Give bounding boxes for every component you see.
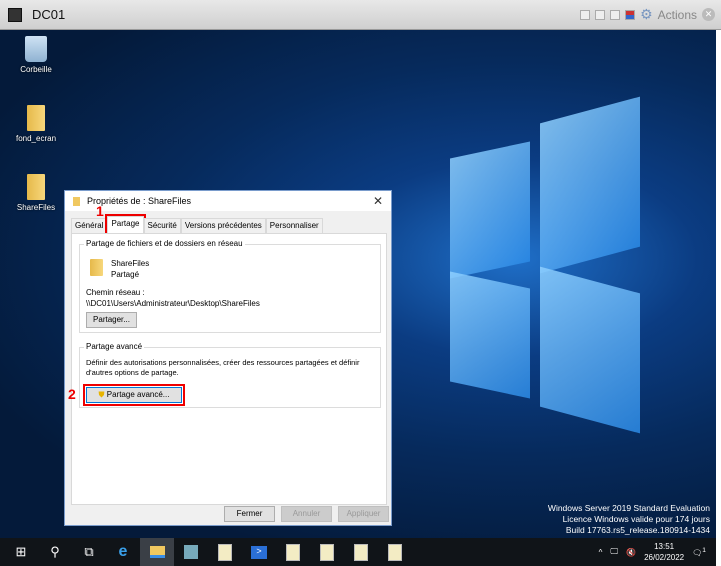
windows-watermark: Windows Server 2019 Standard Evaluation … [548, 503, 710, 536]
desktop-icon-sharefiles[interactable]: ShareFiles [6, 174, 66, 212]
volume-muted-icon[interactable]: 🔇 [626, 548, 636, 557]
tab-personnaliser[interactable]: Personnaliser [265, 218, 323, 233]
description: Définir des autorisations personnalisées… [86, 358, 360, 367]
recycle-bin-icon [25, 36, 47, 62]
windows-logo-pane [450, 271, 530, 399]
watermark-line: Windows Server 2019 Standard Evaluation [547, 503, 710, 513]
folder-icon [73, 196, 80, 206]
description: d'autres options de partage. [86, 368, 179, 377]
minimize-icon[interactable] [595, 9, 606, 20]
vm-title-bar: DC01 ⚙ Actions ✕ [0, 0, 721, 30]
button-label: Partage avancé... [106, 390, 170, 399]
windows-logo-pane [540, 96, 640, 274]
search-icon[interactable]: ⚲ [38, 538, 72, 566]
taskbar: ⊞ ⚲ ⧉ e > ^ 🖵 🔇 13:51 26/02/2022 🗨1 [0, 538, 716, 566]
annotation-2: 2 [68, 386, 76, 402]
share-status: Partagé [111, 270, 140, 279]
network-path: \\DC01\Users\Administrateur\Desktop\Shar… [86, 299, 260, 308]
windows-logo-pane [540, 266, 640, 434]
watermark-line: Licence Windows valide pour 174 jours [562, 514, 710, 524]
network-icon[interactable]: 🖵 [610, 547, 618, 557]
vm-title: DC01 [32, 7, 66, 22]
network-sharing-group: Partage de fichiers et de dossiers en ré… [79, 239, 381, 333]
close-button[interactable]: Fermer [224, 506, 275, 522]
annotation-1: 1 [96, 203, 104, 219]
share-button[interactable]: Partager... [86, 312, 137, 328]
clock[interactable]: 13:51 26/02/2022 [644, 541, 684, 563]
chevron-up-icon[interactable]: ^ [599, 548, 603, 557]
task-view-icon[interactable]: ⧉ [72, 538, 106, 566]
time: 13:51 [654, 542, 675, 551]
group-legend: Partage de fichiers et de dossiers en ré… [84, 239, 245, 248]
folder-icon [90, 259, 103, 276]
desktop-icon-recycle-bin[interactable]: Corbeille [6, 36, 66, 74]
powershell-icon[interactable]: > [242, 538, 276, 566]
advanced-sharing-button[interactable]: ⛊ Partage avancé... [83, 384, 185, 406]
close-icon[interactable]: ✕ [373, 194, 383, 208]
windows-logo [450, 141, 530, 279]
tab-panel: Partage de fichiers et de dossiers en ré… [68, 233, 387, 505]
flag-icon[interactable] [625, 9, 636, 20]
server-manager-icon[interactable] [174, 538, 208, 566]
maximize-icon[interactable] [610, 9, 621, 20]
gear-icon[interactable]: ⚙ [640, 6, 653, 23]
close-icon[interactable]: ✕ [702, 8, 715, 21]
actions-menu[interactable]: Actions [658, 8, 697, 22]
properties-dialog: Propriétés de : ShareFiles ✕ 1 Général P… [64, 190, 392, 526]
console-icon [8, 7, 22, 22]
cancel-button[interactable]: Annuler [281, 506, 332, 522]
restore-icon[interactable] [580, 9, 591, 20]
icon-label: fond_ecran [15, 134, 57, 143]
icon-label: ShareFiles [16, 203, 56, 212]
path-label: Chemin réseau : [86, 288, 145, 297]
icon-label: Corbeille [20, 65, 52, 74]
watermark-line: Build 17763.rs5_release.180914-1434 [565, 525, 710, 535]
start-icon[interactable]: ⊞ [4, 538, 38, 566]
dialog-title-bar: Propriétés de : ShareFiles ✕ [65, 191, 391, 211]
tab-partage[interactable]: Partage [105, 214, 146, 235]
folder-icon [27, 174, 45, 200]
notification-count: 1 [702, 546, 706, 554]
tab-versions[interactable]: Versions précédentes [180, 218, 266, 233]
apply-button[interactable]: Appliquer [338, 506, 389, 522]
shield-icon: ⛊ [98, 390, 105, 399]
share-name: ShareFiles [111, 259, 150, 268]
folder-icon [27, 105, 45, 131]
notepad-icon[interactable] [310, 538, 344, 566]
notepad-icon[interactable] [276, 538, 310, 566]
tab-securite[interactable]: Sécurité [143, 218, 181, 233]
notepad-icon[interactable] [344, 538, 378, 566]
group-legend: Partage avancé [84, 342, 145, 351]
file-explorer-icon[interactable] [140, 538, 174, 566]
desktop-icon-fond-ecran[interactable]: fond_ecran [6, 105, 66, 143]
notepad-app-icon[interactable] [208, 538, 242, 566]
ie-icon[interactable]: e [106, 538, 140, 566]
notification-icon[interactable]: 🗨1 [692, 547, 706, 558]
advanced-sharing-group: Partage avancé Définir des autorisations… [68, 342, 381, 408]
tab-general[interactable]: Général [71, 218, 108, 233]
notepad-icon[interactable] [378, 538, 412, 566]
date: 26/02/2022 [644, 553, 685, 562]
